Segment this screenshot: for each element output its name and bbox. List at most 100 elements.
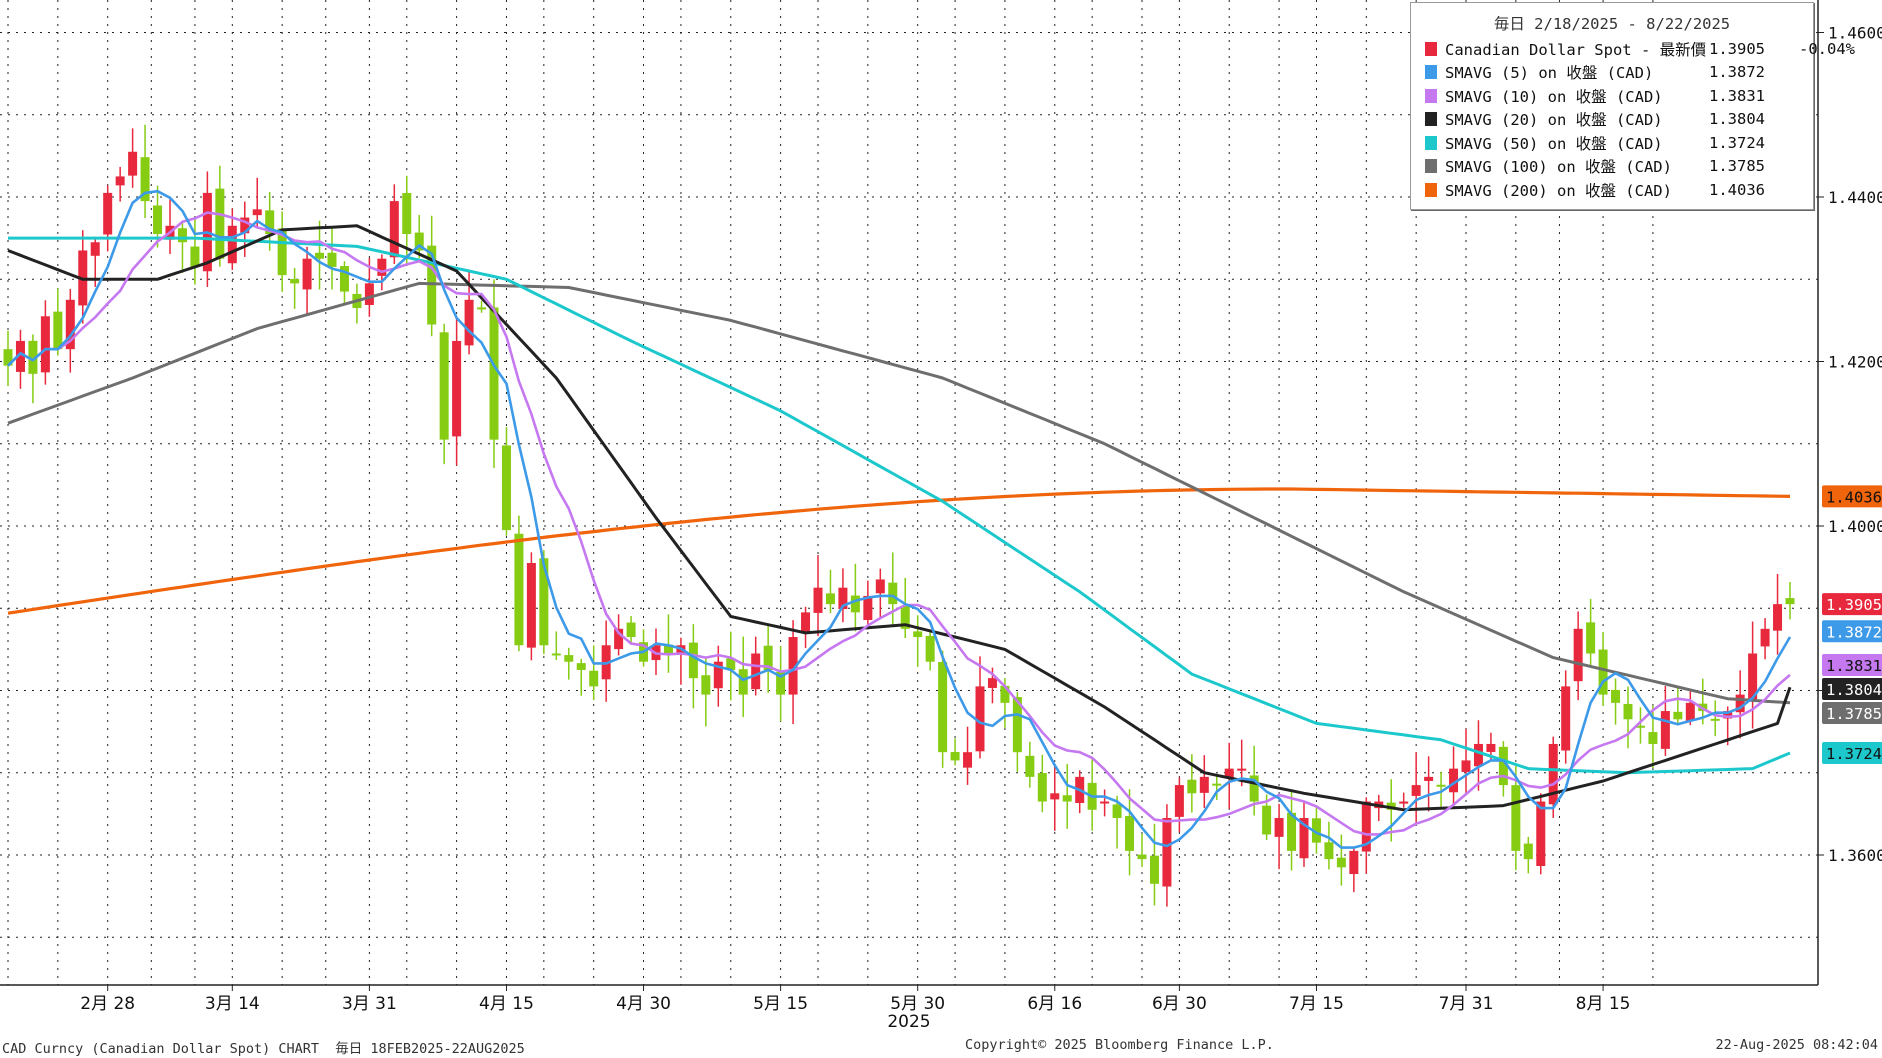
candle-up — [452, 340, 462, 437]
legend-row[interactable]: Canadian Dollar Spot - 最新價 1.3905 -0.04% — [1425, 37, 1855, 60]
candle-down — [1648, 732, 1658, 744]
x-tick-label: 8月 15 — [1576, 994, 1631, 1014]
candle-up — [1461, 760, 1471, 772]
legend-value: 1.3905 — [1709, 39, 1765, 58]
candle-up — [1050, 793, 1060, 800]
legend-value: 1.3724 — [1709, 133, 1765, 152]
candle-down — [913, 631, 923, 638]
candle-down — [701, 675, 711, 695]
legend-period: 毎日 2/18/2025 - 8/22/2025 — [1493, 15, 1731, 33]
legend-value: 1.3804 — [1709, 110, 1765, 128]
legend-change: -0.04% — [1799, 39, 1855, 58]
footer-chart-info: CAD Curncy (Canadian Dollar Spot) CHART … — [2, 1041, 525, 1057]
price-tag-label: 1.4036 — [1826, 488, 1882, 506]
candle-up — [963, 752, 973, 768]
x-tick-label: 5月 15 — [753, 994, 808, 1014]
legend-row[interactable]: SMAVG (50) on 收盤 (CAD) 1.3724 — [1425, 131, 1765, 154]
price-tag-label: 1.3724 — [1826, 745, 1882, 763]
candle-up — [115, 176, 125, 186]
candle-down — [489, 307, 499, 440]
legend-row[interactable]: SMAVG (10) on 收盤 (CAD) 1.3831 — [1425, 84, 1765, 107]
candle-down — [1137, 854, 1147, 860]
candle-up — [1274, 817, 1284, 837]
candle-up — [1174, 785, 1184, 817]
legend-label: SMAVG (10) on 收盤 (CAD) — [1445, 87, 1663, 106]
candle-up — [751, 653, 761, 690]
candle-up — [128, 151, 138, 176]
legend-value: 1.3872 — [1709, 63, 1765, 81]
legend-swatch — [1425, 41, 1437, 56]
x-tick-label: 4月 15 — [479, 994, 534, 1014]
candle-down — [950, 752, 960, 761]
price-tag-label: 1.3872 — [1826, 623, 1882, 641]
legend-swatch — [1425, 112, 1437, 126]
candle-up — [302, 258, 312, 290]
y-tick-label: 1.3600 — [1828, 846, 1882, 865]
candle-down — [888, 582, 898, 605]
candle-down — [1785, 598, 1795, 605]
legend-label: SMAVG (5) on 收盤 (CAD) — [1445, 64, 1654, 82]
legend-label: SMAVG (100) on 收盤 (CAD) — [1445, 158, 1672, 176]
candle-down — [938, 661, 948, 753]
candle-down — [1037, 773, 1047, 802]
candle-up — [1486, 743, 1496, 752]
candle-up — [1237, 768, 1247, 771]
candle-down — [1710, 718, 1720, 721]
candle-up — [526, 563, 536, 648]
candle-up — [875, 579, 885, 594]
candle-up — [90, 242, 100, 256]
candle-down — [1586, 622, 1596, 654]
candle-down — [402, 193, 412, 235]
price-tag-label: 1.3785 — [1826, 705, 1882, 723]
candle-down — [589, 670, 599, 687]
candle-down — [1125, 816, 1135, 851]
candle-up — [1399, 801, 1409, 804]
legend-row[interactable]: SMAVG (5) on 收盤 (CAD) 1.3872 — [1425, 61, 1765, 84]
candle-down — [315, 252, 325, 259]
candle-down — [327, 252, 337, 267]
candle-up — [801, 612, 811, 634]
candle-up — [464, 299, 474, 346]
price-tag: 1.3804 — [1822, 678, 1882, 701]
price-tag: 1.3785 — [1822, 702, 1882, 725]
candle-down — [1673, 711, 1683, 720]
candle-down — [1149, 855, 1159, 884]
candle-down — [1336, 857, 1346, 868]
candle-up — [103, 192, 113, 235]
candle-up — [1424, 776, 1434, 781]
candle-down — [1523, 843, 1533, 860]
candle-up — [389, 201, 399, 258]
legend-label: SMAVG (200) on 收盤 (CAD) — [1445, 181, 1672, 200]
legend-label: SMAVG (20) on 收盤 (CAD) — [1445, 111, 1663, 129]
candle-down — [1436, 784, 1446, 787]
legend-row[interactable]: SMAVG (100) on 收盤 (CAD) 1.3785 — [1425, 155, 1765, 178]
candle-down — [688, 642, 698, 679]
candle-down — [153, 205, 163, 235]
candle-up — [1561, 686, 1571, 751]
x-tick-label: 6月 16 — [1027, 994, 1082, 1014]
price-tag: 1.3905 — [1822, 593, 1882, 616]
year-label: 2025 — [887, 1012, 930, 1032]
candle-up — [1100, 801, 1110, 804]
price-tag: 1.4036 — [1822, 485, 1882, 508]
chart-legend: 毎日 2/18/2025 - 8/22/2025 Canadian Dollar… — [1410, 2, 1855, 210]
candle-down — [1262, 805, 1272, 835]
candle-up — [1473, 743, 1483, 767]
y-tick-label: 1.4400 — [1828, 188, 1882, 207]
candle-down — [53, 311, 63, 350]
price-tag-label: 1.3804 — [1826, 681, 1882, 699]
candle-up — [1349, 850, 1359, 875]
legend-row[interactable]: SMAVG (20) on 收盤 (CAD) 1.3804 — [1425, 108, 1765, 131]
candle-up — [1773, 604, 1783, 631]
legend-label: Canadian Dollar Spot - 最新價 — [1445, 40, 1707, 59]
candle-down — [177, 228, 187, 243]
legend-row[interactable]: SMAVG (200) on 收盤 (CAD) 1.4036 — [1425, 178, 1765, 201]
legend-value: 1.4036 — [1709, 180, 1765, 199]
candle-down — [1112, 804, 1122, 818]
legend-label: SMAVG (50) on 收盤 (CAD) — [1445, 134, 1663, 153]
legend-value: 1.3785 — [1709, 157, 1765, 175]
candle-down — [439, 332, 449, 440]
price-tag: 1.3831 — [1822, 654, 1882, 677]
candle-down — [190, 246, 200, 267]
legend-swatch — [1425, 159, 1437, 173]
